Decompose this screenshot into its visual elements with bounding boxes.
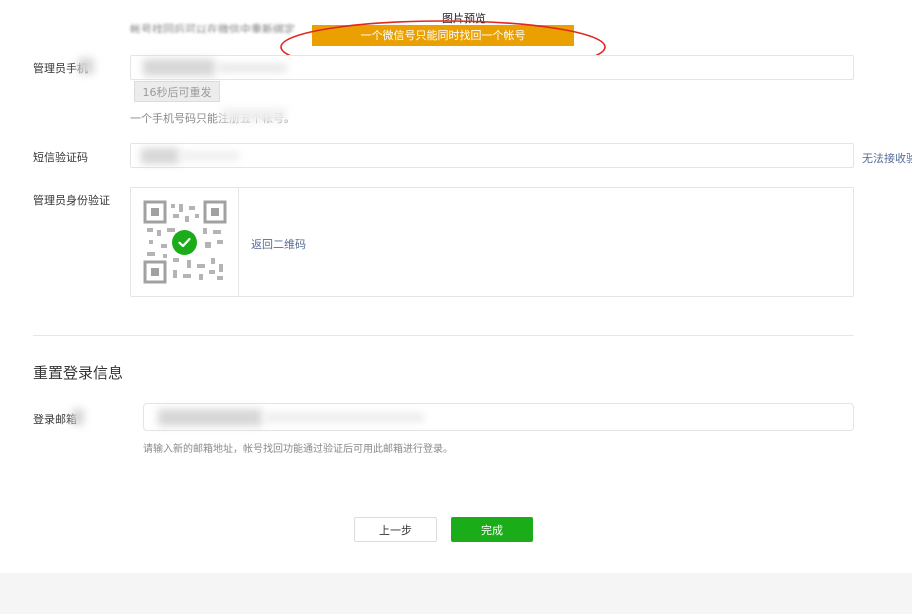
sms-label: 短信验证码 <box>33 151 88 164</box>
email-hint: 请输入新的邮箱地址，帐号找回功能通过验证后可用此邮箱进行登录。 <box>143 444 453 455</box>
email-label-redaction <box>72 409 84 425</box>
cannot-receive-code-link[interactable]: 无法接收验证码 <box>862 150 912 166</box>
login-email-input[interactable] <box>143 403 854 431</box>
resend-code-button[interactable]: 16秒后可重发 <box>134 81 220 102</box>
sms-redaction-tail <box>179 152 239 160</box>
identity-label: 管理员身份验证 <box>33 194 110 207</box>
tip-redaction <box>222 108 286 122</box>
email-redaction <box>158 409 262 426</box>
sms-redaction <box>141 148 179 164</box>
reset-section-title: 重置登录信息 <box>33 364 124 382</box>
faded-notice-text: 帐号找回后可以在微信中重新绑定 <box>130 23 295 33</box>
email-label: 登录邮箱 <box>33 413 77 426</box>
done-button[interactable]: 完成 <box>451 517 533 542</box>
page-footer <box>0 573 912 614</box>
phone-input[interactable] <box>130 55 854 80</box>
sms-code-input[interactable] <box>130 143 854 168</box>
prev-step-button[interactable]: 上一步 <box>354 517 437 542</box>
phone-redaction-tail <box>217 64 287 72</box>
label-redaction <box>78 58 94 74</box>
checkmark-icon <box>178 237 191 248</box>
verified-check-icon <box>172 230 197 255</box>
email-redaction-tail <box>264 413 424 422</box>
phone-redaction <box>143 59 215 76</box>
section-divider <box>33 335 854 336</box>
back-to-qr-link[interactable]: 返回二维码 <box>251 236 306 252</box>
verify-divider <box>238 188 239 296</box>
